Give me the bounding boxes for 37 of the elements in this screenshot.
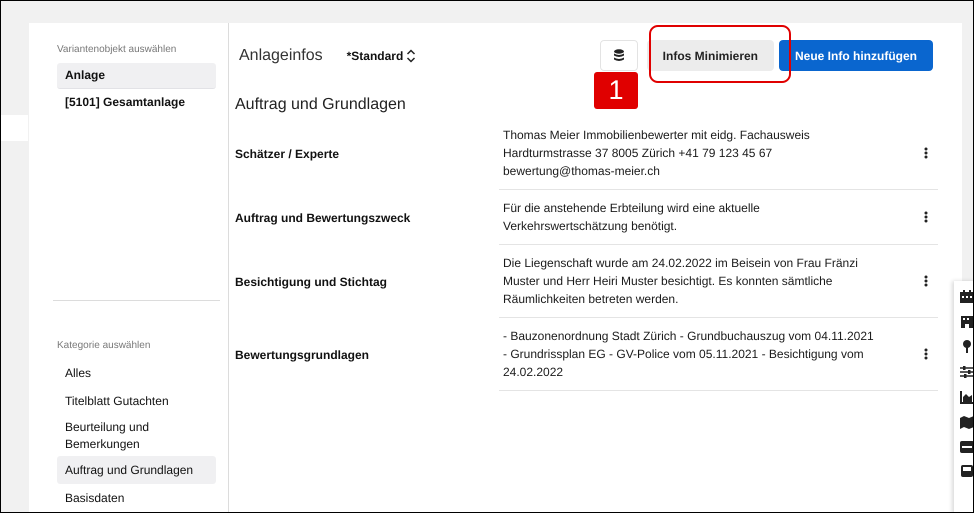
view-selector[interactable]: *Standard: [346, 48, 416, 62]
updown-icon: [406, 48, 416, 62]
field-value: Die Liegenschaft wurde am 24.02.2022 im Beisein von Frau Fränzi Muster und Herr Heiri Muster besichtigt. Es konnten sämtliche Räumlichkeiten betreten werden.: [503, 255, 859, 308]
kebab-menu-icon[interactable]: [924, 147, 928, 159]
calendar-icon[interactable]: [960, 290, 973, 304]
field-label: Schätzer / Experte: [235, 146, 340, 162]
database-icon: [614, 49, 624, 62]
field-value: - Bauzonenordnung Stadt Zürich - Grundbuchauszug vom 04.11.2021 - Grundrissplan EG - GV-Police vom 05.11.2021 - Besichtigung vom 24.02.2022: [503, 328, 875, 381]
field-value: Für die anstehende Erbteilung wird eine aktuelle Verkehrswertschätzung benötigt.: [503, 200, 761, 235]
map-icon[interactable]: [960, 415, 973, 429]
category-item[interactable]: Alles: [57, 359, 216, 388]
field-label: Besichtigung und Stichtag: [235, 274, 388, 290]
minimize-button[interactable]: Infos Minimieren: [646, 40, 774, 71]
step-badge: 1: [594, 72, 638, 109]
add-info-button[interactable]: Neue Info hinzufügen: [779, 40, 933, 71]
page-title: Anlageinfos: [239, 46, 323, 64]
building-icon[interactable]: [960, 315, 973, 329]
category-item[interactable]: Auftrag und Grundlagen: [57, 456, 216, 484]
card-icon[interactable]: [960, 440, 973, 454]
kebab-menu-icon[interactable]: [924, 211, 928, 223]
database-button[interactable]: [600, 40, 638, 71]
pin-icon[interactable]: [960, 340, 973, 354]
field-value: Thomas Meier Immobilienbewerter mit eidg. Fachausweis Hardturmstrasse 37 8005 Zürich +41 79 123 45 67 bewertung@thomas-meier.ch: [503, 127, 811, 180]
chart-icon[interactable]: [960, 390, 973, 404]
category-item[interactable]: Beurteilung und Bemerkungen: [57, 415, 216, 456]
section-label: Kategorie auswählen: [57, 339, 152, 354]
kebab-menu-icon[interactable]: [924, 275, 928, 287]
variant-item[interactable]: [5101] Gesamtanlage: [57, 89, 216, 116]
kebab-menu-icon[interactable]: [924, 348, 928, 360]
variant-item[interactable]: Anlage: [57, 63, 216, 90]
category-item[interactable]: Titelblatt Gutachten: [57, 387, 216, 416]
category-item[interactable]: Basisdaten: [57, 484, 216, 512]
field-label: Bewertungsgrundlagen: [235, 346, 370, 364]
section-title: Auftrag und Grundlagen: [235, 95, 407, 115]
section-label: Variantenobjekt auswählen: [57, 43, 178, 57]
sliders-icon[interactable]: [960, 365, 973, 379]
field-label: Auftrag und Bewertungszweck: [235, 210, 412, 226]
